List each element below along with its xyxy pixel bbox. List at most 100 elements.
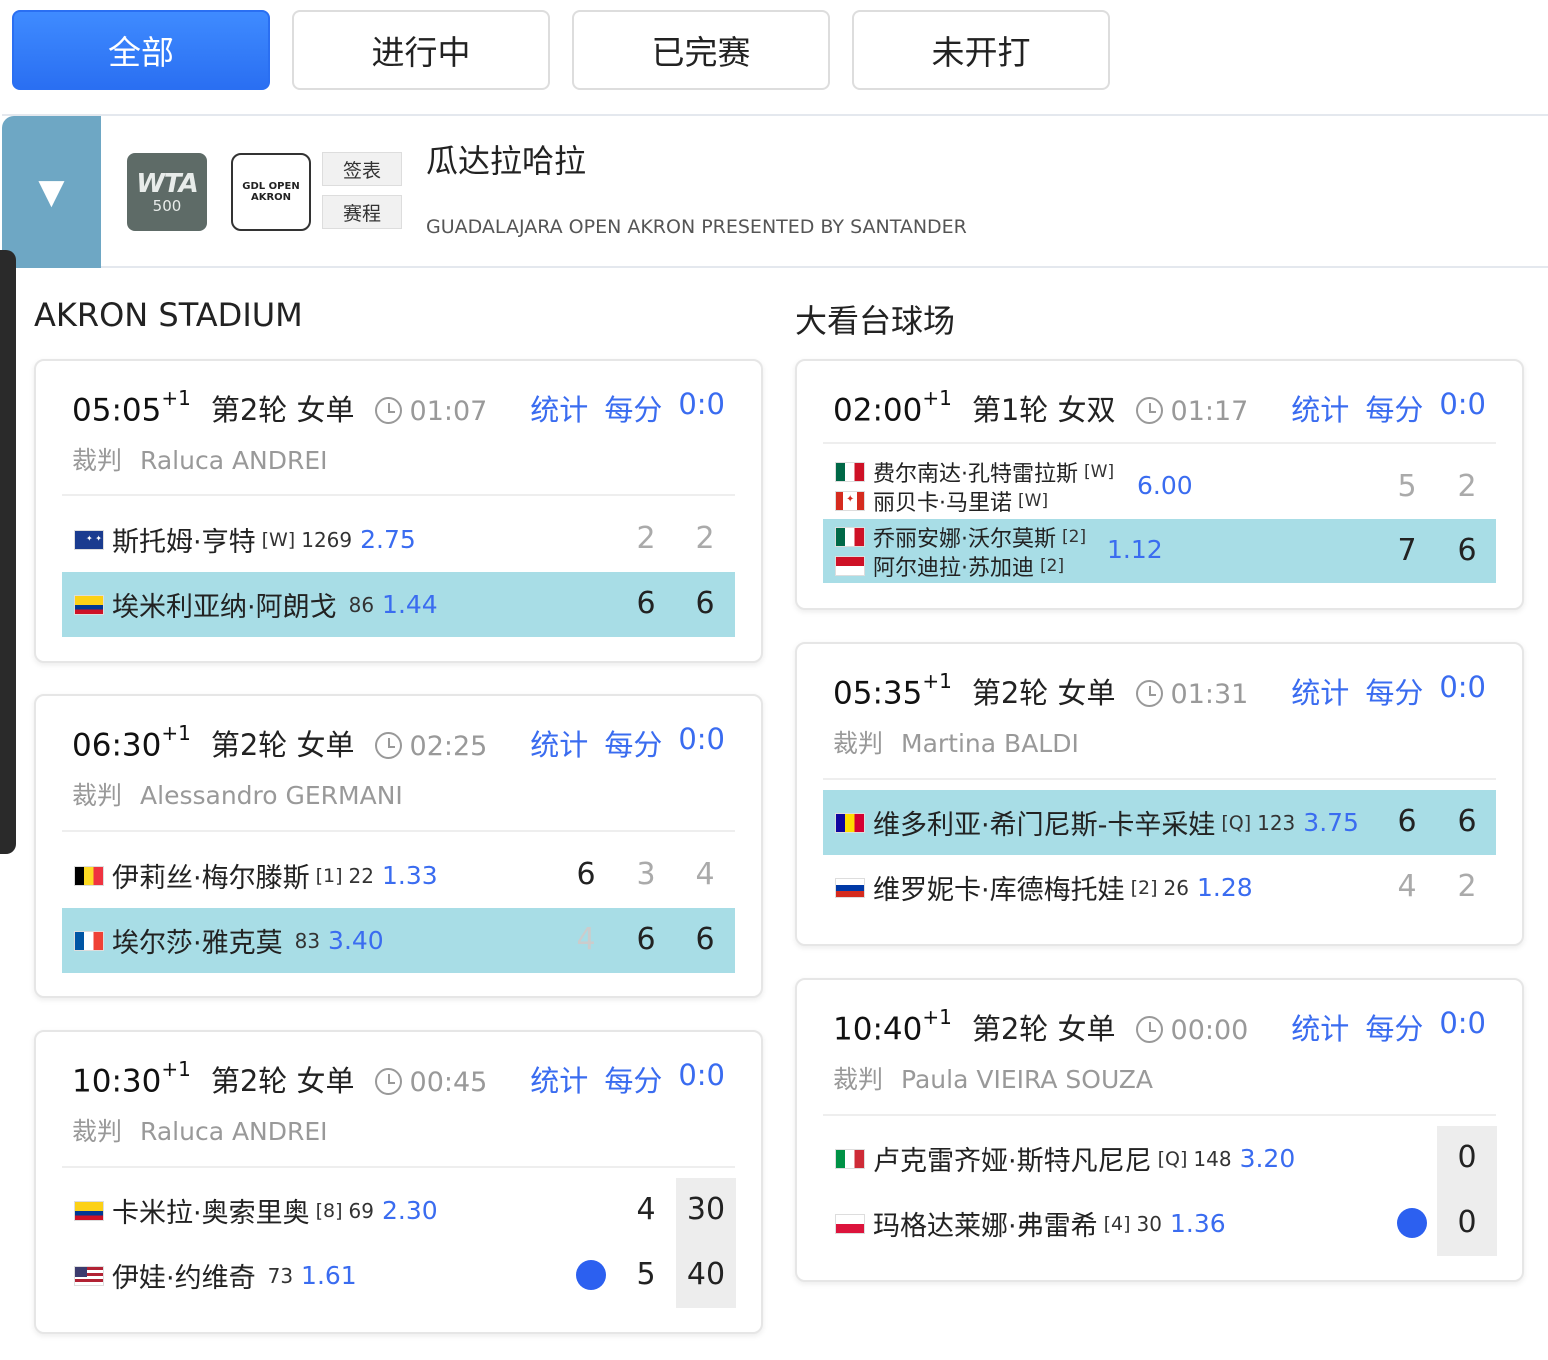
- referee: 裁判 Alessandro GERMANI: [72, 781, 403, 810]
- match-round: 第2轮 女单: [210, 1064, 355, 1098]
- match-round: 第2轮 女单: [210, 393, 355, 427]
- player-rank: 22: [348, 863, 374, 888]
- per-point-link[interactable]: 每分: [604, 722, 662, 764]
- player-rank: 73: [267, 1263, 294, 1288]
- set-score: 5: [636, 1257, 656, 1292]
- player-row-winner[interactable]: 埃尔莎·雅克莫 83 3.40 4 6 6: [62, 908, 735, 973]
- player-name: 卢克雷齐娅·斯特凡尼尼: [873, 1146, 1152, 1177]
- per-point-link[interactable]: 每分: [604, 1058, 662, 1100]
- match-round: 第1轮 女双: [971, 393, 1116, 427]
- set-score: 4: [1397, 869, 1417, 904]
- set-score: 6: [1457, 533, 1477, 568]
- tournament-subtitle: GUADALAJARA OPEN AKRON PRESENTED BY SANT…: [426, 216, 967, 238]
- player-row[interactable]: 卡米拉·奥索里奥 [8] 69 2.30 4 30: [62, 1178, 735, 1243]
- score-link[interactable]: 0:0: [1439, 1006, 1486, 1048]
- score-link[interactable]: 0:0: [678, 1058, 725, 1100]
- collapse-icon[interactable]: ▼: [2, 116, 101, 268]
- match-card[interactable]: 05:35+1 第2轮 女单 01:31 统计 每分 0:0 裁判 Martina…: [795, 642, 1524, 946]
- filter-all-button[interactable]: 全部: [12, 10, 270, 90]
- match-time: 10:40+1: [833, 1004, 952, 1047]
- per-point-link[interactable]: 每分: [1365, 1006, 1423, 1048]
- stats-link[interactable]: 统计: [1291, 387, 1349, 429]
- set-score: 6: [576, 857, 596, 892]
- set-score: 4: [576, 922, 596, 957]
- player-rank: 123: [1257, 810, 1296, 835]
- stats-link[interactable]: 统计: [1291, 1006, 1349, 1048]
- filter-upcoming-button[interactable]: 未开打: [852, 10, 1110, 90]
- player-row[interactable]: 斯托姆·亨特 [W] 1269 2.75 2 2: [62, 507, 735, 572]
- player-row[interactable]: 维罗妮卡·库德梅托娃 [2] 26 1.28 4 2: [823, 855, 1496, 920]
- player-row[interactable]: 伊娃·约维奇 73 1.61 5 40: [62, 1243, 735, 1308]
- player-odds: 1.33: [381, 861, 438, 890]
- team-row-winner[interactable]: 乔丽安娜·沃尔莫斯 [2] 阿尔迪拉·苏加迪 [2] 1.12 7 6: [823, 519, 1496, 583]
- stats-link[interactable]: 统计: [530, 1058, 588, 1100]
- score-link[interactable]: 0:0: [678, 387, 725, 429]
- score-link[interactable]: 0:0: [678, 722, 725, 764]
- player-seed: [8]: [315, 1199, 343, 1222]
- referee: 裁判 Paula VIEIRA SOUZA: [833, 1065, 1154, 1094]
- player-name: 埃米利亚纳·阿朗戈: [112, 592, 337, 623]
- player-odds: 2.30: [381, 1196, 438, 1225]
- match-duration: 00:00: [1170, 1015, 1249, 1046]
- match-duration: 00:45: [409, 1067, 488, 1098]
- match-card[interactable]: 10:30+1 第2轮 女单 00:45 统计 每分 0:0 裁判 Raluca …: [34, 1030, 763, 1334]
- match-time: 06:30+1: [72, 720, 191, 763]
- player-seed: [W]: [1084, 462, 1115, 482]
- clock-icon: [1135, 397, 1163, 424]
- player-rank: 83: [294, 928, 321, 953]
- tournament-name: 瓜达拉哈拉: [426, 142, 587, 180]
- clock-icon: [374, 1068, 402, 1095]
- flag-usa-icon: [74, 1265, 104, 1286]
- side-panel-handle[interactable]: [0, 250, 16, 854]
- match-duration: 01:31: [1170, 679, 1249, 710]
- set-score: 2: [695, 521, 715, 556]
- player-odds: 2.75: [360, 525, 416, 554]
- filter-live-button[interactable]: 进行中: [292, 10, 550, 90]
- stats-link[interactable]: 统计: [530, 387, 588, 429]
- team-row[interactable]: 费尔南达·孔特雷拉斯 [W] 丽贝卡·马里诺 [W] 6.00 5 2: [823, 455, 1496, 519]
- flag-colombia-icon: [74, 594, 104, 615]
- set-score: 4: [636, 1192, 656, 1227]
- match-card[interactable]: 10:40+1 第2轮 女单 00:00 统计 每分 0:0 裁判 Paula V…: [795, 978, 1524, 1282]
- player-odds: 1.28: [1196, 873, 1253, 902]
- player-row[interactable]: 卢克雷齐娅·斯特凡尼尼 [Q] 148 3.20 0: [823, 1126, 1496, 1191]
- player-name: 维多利亚·希门尼斯-卡辛采娃: [873, 810, 1216, 841]
- player-name: 卡米拉·奥索里奥: [112, 1198, 310, 1229]
- player-name: 维罗妮卡·库德梅托娃: [873, 875, 1125, 906]
- schedule-button[interactable]: 赛程: [322, 195, 402, 229]
- match-round: 第2轮 女单: [971, 1012, 1116, 1046]
- match-round: 第2轮 女单: [210, 728, 355, 762]
- player-row-winner[interactable]: 维多利亚·希门尼斯-卡辛采娃 [Q] 123 3.75 6 6: [823, 790, 1496, 855]
- set-score: 2: [1457, 469, 1477, 504]
- player-rank: 86: [348, 592, 375, 617]
- score-link[interactable]: 0:0: [1439, 670, 1486, 712]
- player-row[interactable]: 伊莉丝·梅尔滕斯 [1] 22 1.33 6 3 4: [62, 843, 735, 908]
- player-odds: 3.20: [1239, 1144, 1296, 1173]
- match-duration: 01:07: [409, 396, 488, 427]
- filter-finished-button[interactable]: 已完赛: [572, 10, 830, 90]
- player-name: 阿尔迪拉·苏加迪: [873, 556, 1034, 581]
- set-score: 6: [1397, 804, 1417, 839]
- set-score: 6: [1457, 804, 1477, 839]
- per-point-link[interactable]: 每分: [1365, 387, 1423, 429]
- stats-link[interactable]: 统计: [1291, 670, 1349, 712]
- score-link[interactable]: 0:0: [1439, 387, 1486, 429]
- player-row[interactable]: 玛格达莱娜·弗雷希 [4] 30 1.36 0: [823, 1191, 1496, 1256]
- match-card[interactable]: 02:00+1 第1轮 女双 01:17 统计 每分 0:0 费尔南达·孔特雷拉…: [795, 359, 1524, 610]
- flag-indonesia-icon: [835, 556, 865, 576]
- match-card[interactable]: 05:05+1 第2轮 女单 01:07 统计 每分 0:0 裁判 Raluca …: [34, 359, 763, 663]
- referee: 裁判 Raluca ANDREI: [72, 1117, 328, 1146]
- player-name: 玛格达莱娜·弗雷希: [873, 1211, 1098, 1242]
- match-duration: 02:25: [409, 731, 488, 762]
- player-row-winner[interactable]: 埃米利亚纳·阿朗戈 86 1.44 6 6: [62, 572, 735, 637]
- tournament-header: ▼ WTA 500 GDL OPEN AKRON 签表 赛程 瓜达拉哈拉 GUA…: [2, 114, 1548, 268]
- draw-button[interactable]: 签表: [322, 152, 402, 186]
- stats-link[interactable]: 统计: [530, 722, 588, 764]
- clock-icon: [374, 397, 402, 424]
- match-card[interactable]: 06:30+1 第2轮 女单 02:25 统计 每分 0:0 裁判 Alessan…: [34, 694, 763, 998]
- set-score: 7: [1397, 533, 1417, 568]
- flag-mexico-icon: [835, 462, 865, 482]
- set-score: 3: [636, 857, 656, 892]
- per-point-link[interactable]: 每分: [604, 387, 662, 429]
- per-point-link[interactable]: 每分: [1365, 670, 1423, 712]
